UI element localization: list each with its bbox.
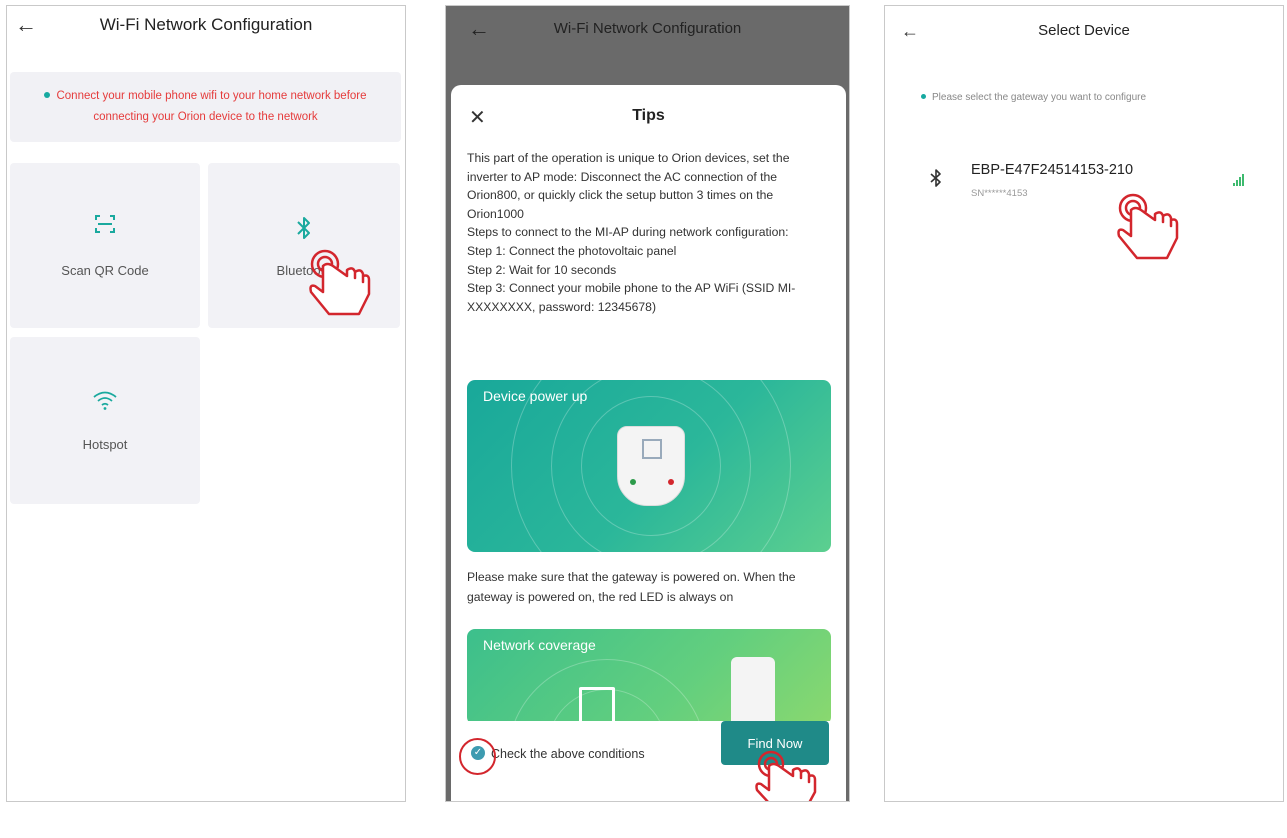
gateway-device-icon [617,426,685,506]
device-power-image: Device power up [467,380,831,552]
hint-text: Please select the gateway you want to co… [932,92,1147,103]
bluetooth-icon [929,169,943,192]
bluetooth-icon [208,215,400,247]
power-note: Please make sure that the gateway is pow… [467,570,796,604]
sheet-title: Tips [632,107,665,124]
gateway-device-icon [731,657,775,725]
bullet-icon [44,92,51,98]
highlight-circle [459,738,496,775]
signal-strength-icon [1233,174,1245,186]
tips-text: This part of the operation is unique to … [467,149,832,316]
page-title: Wi-Fi Network Configuration [99,15,313,34]
bluetooth-label: Bluetooth [276,263,332,278]
select-hint: Please select the gateway you want to co… [921,92,1146,103]
scan-qr-icon [10,215,200,233]
screen-network-config: ← Wi-Fi Network Configuration Connect yo… [6,5,406,802]
router-icon [579,687,615,725]
wifi-icon [10,389,200,417]
header: ← Select Device [885,6,1283,58]
device-serial: SN******4153 [971,188,1028,199]
page-title: Select Device [1038,22,1130,39]
page-title: Wi-Fi Network Configuration [553,20,742,37]
screen-tips: ← Wi-Fi Network Configuration ✕ Tips Thi… [445,5,850,802]
header: ← Wi-Fi Network Configuration [7,6,405,58]
tips-sheet: ✕ Tips This part of the operation is uni… [451,85,846,801]
tip-line: This part of the operation is unique to … [467,151,790,221]
tip-line: Steps to connect to the MI-AP during net… [467,225,789,240]
hotspot-label: Hotspot [82,437,128,452]
notice-text: Connect your mobile phone wifi to your h… [56,90,367,123]
header: ← Wi-Fi Network Configuration [446,6,849,58]
notice-banner: Connect your mobile phone wifi to your h… [10,72,401,142]
image-caption: Device power up [483,388,588,404]
bullet-icon [921,94,926,99]
scan-qr-label: Scan QR Code [61,263,149,278]
hotspot-button[interactable]: Hotspot [10,337,200,504]
device-name: EBP-E47F24514153-210 [971,162,1134,178]
bluetooth-button[interactable]: Bluetooth [208,163,400,328]
tip-line: Step 1: Connect the photovoltaic panel [467,243,677,258]
tip-line: Step 2: Wait for 10 seconds [467,262,617,277]
scan-qr-button[interactable]: Scan QR Code [10,163,200,328]
check-label[interactable]: Check the above conditions [491,747,645,761]
image-caption: Network coverage [483,637,596,653]
tip-line: Step 3: Connect your mobile phone to the… [467,281,796,314]
find-now-button[interactable]: Find Now [721,721,829,765]
network-coverage-image: Network coverage [467,629,831,725]
sheet-footer: ✓ Check the above conditions Find Now [451,721,846,801]
device-list-item[interactable]: EBP-E47F24514153-210 SN******4153 [915,156,1255,206]
screen-select-device: ← Select Device Please select the gatewa… [884,5,1284,802]
